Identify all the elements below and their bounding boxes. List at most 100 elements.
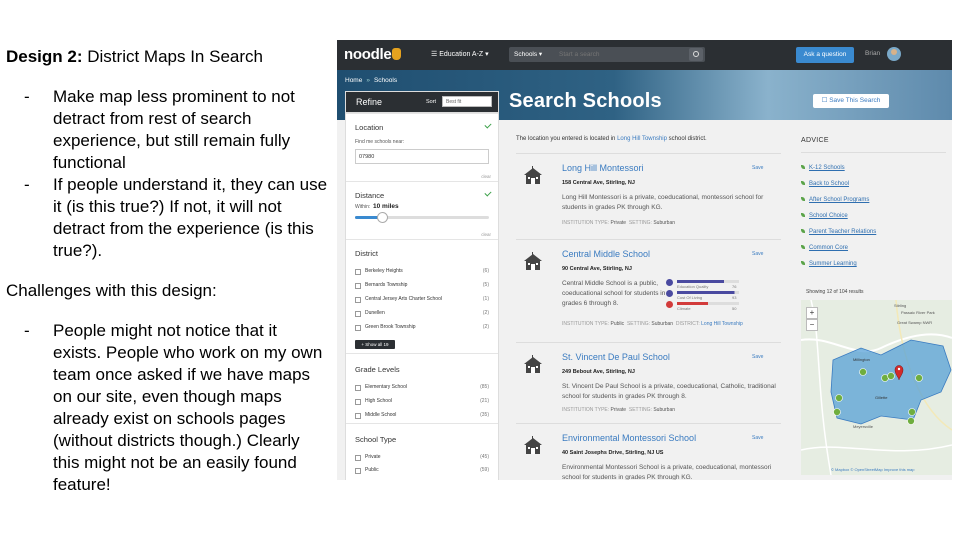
grade-name: High School	[365, 398, 392, 404]
save-search-button[interactable]: ☐ Save This Search	[813, 94, 889, 108]
leaf-icon	[801, 245, 805, 249]
map-place-label: Gillette	[875, 395, 888, 400]
grade-option[interactable]: High School (21)	[355, 398, 489, 407]
location-note-prefix: The location you entered is located in	[516, 136, 618, 142]
checkbox[interactable]	[355, 385, 361, 391]
sort-select[interactable]: Best fit	[442, 96, 492, 107]
zoom-in-button[interactable]: +	[806, 307, 818, 319]
goal-text: If people understand it, they can use it…	[53, 175, 328, 260]
district-option[interactable]: Central Jersey Arts Charter School (1)	[355, 296, 489, 305]
checkbox[interactable]	[355, 297, 361, 303]
advice-link[interactable]: Back to School	[801, 181, 849, 187]
advice-link[interactable]: K-12 Schools	[801, 165, 845, 171]
breadcrumb-schools[interactable]: Schools	[374, 77, 397, 84]
map-place-label: Passaic River Park	[901, 310, 935, 315]
school-name-link[interactable]: St. Vincent De Paul School	[562, 352, 670, 362]
save-school-button[interactable]: Save	[752, 354, 763, 360]
district-name: Central Jersey Arts Charter School	[365, 296, 442, 302]
district-option[interactable]: Bernards Township (5)	[355, 282, 489, 291]
school-address: 158 Central Ave, Stirling, NJ	[562, 180, 635, 186]
checkbox[interactable]	[355, 311, 361, 317]
advice-link-text: Common Core	[809, 245, 849, 251]
district-option[interactable]: Dunellen (2)	[355, 310, 489, 319]
school-marker[interactable]	[907, 417, 915, 425]
noodle-logo[interactable]: noodle	[344, 46, 402, 63]
zip-input[interactable]: 07980	[355, 149, 489, 164]
advice-link[interactable]: Common Core	[801, 245, 848, 251]
app-screenshot: noodle ☰ Education A-Z ▾ Schools ▾ Ask a…	[337, 40, 952, 480]
setting-label: SETTING:	[628, 220, 652, 226]
location-note-district-link[interactable]: Long Hill Township	[617, 136, 667, 142]
map-attribution[interactable]: © Mapbox © OpenStreetMap Improve this ma…	[831, 467, 915, 472]
save-school-button[interactable]: Save	[752, 165, 763, 171]
breadcrumb-home[interactable]: Home	[345, 77, 362, 84]
school-name-link[interactable]: Long Hill Montessori	[562, 163, 644, 173]
distance-slider[interactable]	[355, 212, 489, 223]
design-heading: Design 2: District Maps In Search	[6, 46, 328, 68]
school-name-link[interactable]: Environmental Montessori School	[562, 433, 696, 443]
search-icon[interactable]	[689, 48, 703, 61]
setting-value: Suburban	[651, 321, 674, 327]
leaf-icon	[801, 181, 805, 185]
school-marker[interactable]	[908, 408, 916, 416]
school-description: Long Hill Montessori is a private, coedu…	[562, 194, 764, 211]
school-card: Long Hill Montessori Save 158 Central Av…	[516, 153, 781, 239]
grade-name: Elementary School	[365, 384, 407, 390]
check-icon	[484, 189, 492, 197]
grade-option[interactable]: Middle School (35)	[355, 412, 489, 421]
map-canvas[interactable]	[801, 300, 952, 475]
school-marker[interactable]	[887, 372, 895, 380]
school-marker[interactable]	[833, 408, 841, 416]
leaf-icon	[801, 213, 805, 217]
type-value: Private	[610, 407, 627, 413]
checkbox[interactable]	[355, 468, 361, 474]
advice-link[interactable]: After School Programs	[801, 197, 869, 203]
education-menu[interactable]: ☰ Education A-Z ▾	[431, 50, 489, 58]
advice-link[interactable]: Summer Learning	[801, 261, 857, 267]
district-map[interactable]: Stirling Millington Gillette Meyersville…	[801, 300, 952, 475]
school-meta: INSTITUTION TYPE: Public SETTING: Suburb…	[562, 321, 743, 327]
results-count: Showing 12 of 104 results	[806, 289, 864, 295]
card-divider	[516, 342, 781, 343]
avatar[interactable]	[887, 47, 901, 61]
search-scope-select[interactable]: Schools ▾	[514, 50, 542, 58]
grade-count: (85)	[480, 384, 489, 390]
school-name-link[interactable]: Central Middle School	[562, 249, 650, 259]
zoom-out-button[interactable]: −	[806, 319, 818, 331]
search-input[interactable]	[557, 47, 689, 62]
show-all-districts-button[interactable]: + Show all 19	[355, 340, 395, 349]
checkbox[interactable]	[355, 399, 361, 405]
save-school-button[interactable]: Save	[752, 251, 763, 257]
pin-center	[897, 367, 901, 371]
checkbox[interactable]	[355, 455, 361, 461]
distance-clear[interactable]: clear	[481, 232, 491, 237]
save-school-button[interactable]: Save	[752, 435, 763, 441]
bullet-dash: -	[24, 321, 30, 340]
advice-link-text: Parent Teacher Relations	[809, 229, 877, 235]
checkbox[interactable]	[355, 413, 361, 419]
district-link[interactable]: Long Hill Township	[701, 321, 743, 327]
school-marker[interactable]	[915, 374, 923, 382]
school-type-option[interactable]: Private (45)	[355, 454, 489, 463]
school-type-option[interactable]: Public (59)	[355, 467, 489, 476]
user-name[interactable]: Brian	[865, 50, 880, 57]
district-option[interactable]: Green Brook Township (2)	[355, 324, 489, 333]
ask-question-button[interactable]: Ask a question	[796, 47, 854, 63]
advice-link[interactable]: School Choice	[801, 213, 848, 219]
school-marker[interactable]	[859, 368, 867, 376]
checkbox[interactable]	[355, 283, 361, 289]
advice-link-text: K-12 Schools	[809, 165, 845, 171]
grade-option[interactable]: Elementary School (85)	[355, 384, 489, 393]
checkbox[interactable]	[355, 269, 361, 275]
type-value: Public	[610, 321, 625, 327]
rating-bar	[677, 302, 739, 305]
district-name: Bernards Township	[365, 282, 408, 288]
district-count: (2)	[482, 310, 489, 316]
location-clear[interactable]: clear	[481, 174, 491, 179]
advice-link[interactable]: Parent Teacher Relations	[801, 229, 876, 235]
school-marker[interactable]	[835, 394, 843, 402]
slider-handle[interactable]	[376, 212, 388, 223]
checkbox[interactable]	[355, 325, 361, 331]
rating-value: 50	[732, 306, 737, 311]
district-option[interactable]: Berkeley Heights (6)	[355, 268, 489, 277]
